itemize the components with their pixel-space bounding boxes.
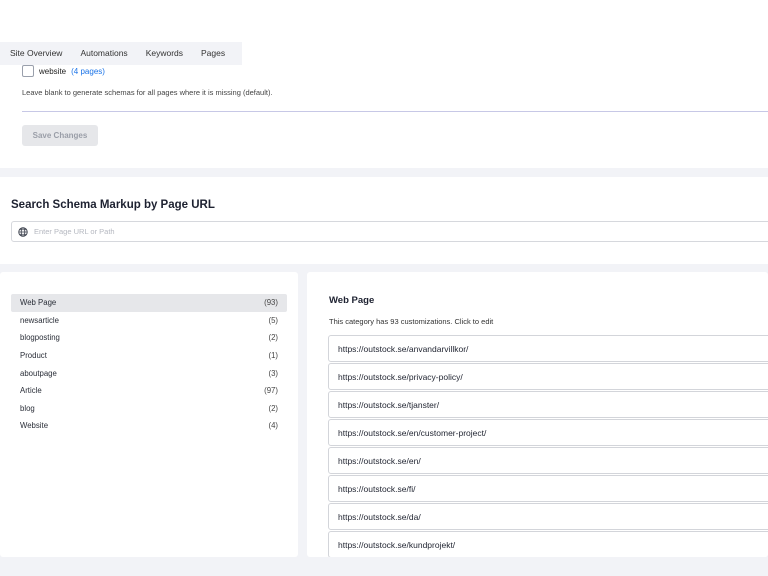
category-label: Product	[20, 351, 47, 361]
tab-keywords[interactable]: Keywords	[137, 42, 192, 65]
url-item[interactable]: https://outstock.se/tjanster/	[328, 391, 768, 418]
search-section: Search Schema Markup by Page URL	[0, 177, 768, 264]
search-title: Search Schema Markup by Page URL	[11, 199, 215, 211]
url-list: https://outstock.se/anvandarvillkor/ htt…	[328, 335, 768, 557]
category-label: blog	[20, 403, 35, 413]
category-item-newsarticle[interactable]: newsarticle (5)	[11, 312, 287, 330]
category-count: (4)	[268, 421, 278, 431]
close-paren: )	[102, 66, 105, 76]
category-item-aboutpage[interactable]: aboutpage (3)	[11, 364, 287, 382]
url-item[interactable]: https://outstock.se/kundprojekt/	[328, 531, 768, 557]
hint-text: Leave blank to generate schemas for all …	[22, 88, 273, 97]
tab-bar: Site Overview Automations Keywords Pages	[0, 42, 242, 65]
category-count: (1)	[268, 351, 278, 361]
website-option: website (4 pages)	[22, 65, 105, 77]
save-changes-button[interactable]: Save Changes	[22, 125, 98, 146]
tab-site-overview[interactable]: Site Overview	[0, 42, 71, 65]
settings-section	[0, 0, 768, 168]
category-label: aboutpage	[20, 368, 57, 378]
category-label: Article	[20, 386, 42, 396]
category-count: (3)	[268, 368, 278, 378]
category-item-blogposting[interactable]: blogposting (2)	[11, 329, 287, 347]
url-item[interactable]: https://outstock.se/en/	[328, 447, 768, 474]
url-item[interactable]: https://outstock.se/anvandarvillkor/	[328, 335, 768, 362]
category-detail-panel: Web Page This category has 93 customizat…	[307, 272, 768, 557]
detail-subtitle: This category has 93 customizations. Cli…	[329, 317, 494, 326]
category-label: Website	[20, 421, 49, 431]
category-count: (2)	[268, 403, 278, 413]
category-item-web-page[interactable]: Web Page (93)	[11, 294, 287, 312]
url-item[interactable]: https://outstock.se/privacy-policy/	[328, 363, 768, 390]
website-label: website	[39, 66, 67, 76]
category-label: blogposting	[20, 333, 60, 343]
website-pages-link[interactable]: 4 pages	[74, 67, 102, 76]
category-label: Web Page	[20, 298, 57, 308]
tab-automations[interactable]: Automations	[71, 42, 136, 65]
category-label: newsarticle	[20, 315, 59, 325]
tab-pages[interactable]: Pages	[192, 42, 234, 65]
category-item-article[interactable]: Article (97)	[11, 382, 287, 400]
website-checkbox[interactable]	[22, 65, 34, 77]
category-item-product[interactable]: Product (1)	[11, 347, 287, 365]
category-item-website[interactable]: Website (4)	[11, 417, 287, 435]
category-count: (93)	[264, 298, 278, 308]
category-list: Web Page (93) newsarticle (5) blogpostin…	[11, 294, 287, 435]
url-item[interactable]: https://outstock.se/da/	[328, 503, 768, 530]
category-count: (5)	[268, 315, 278, 325]
search-input[interactable]	[34, 227, 734, 236]
category-count: (97)	[264, 386, 278, 396]
divider	[22, 111, 768, 112]
url-item[interactable]: https://outstock.se/fi/	[328, 475, 768, 502]
globe-icon	[18, 226, 28, 237]
category-item-blog[interactable]: blog (2)	[11, 400, 287, 418]
detail-title: Web Page	[329, 295, 375, 306]
category-count: (2)	[268, 333, 278, 343]
category-panel: Web Page (93) newsarticle (5) blogpostin…	[0, 272, 298, 557]
url-item[interactable]: https://outstock.se/en/customer-project/	[328, 419, 768, 446]
search-box[interactable]	[11, 221, 768, 242]
